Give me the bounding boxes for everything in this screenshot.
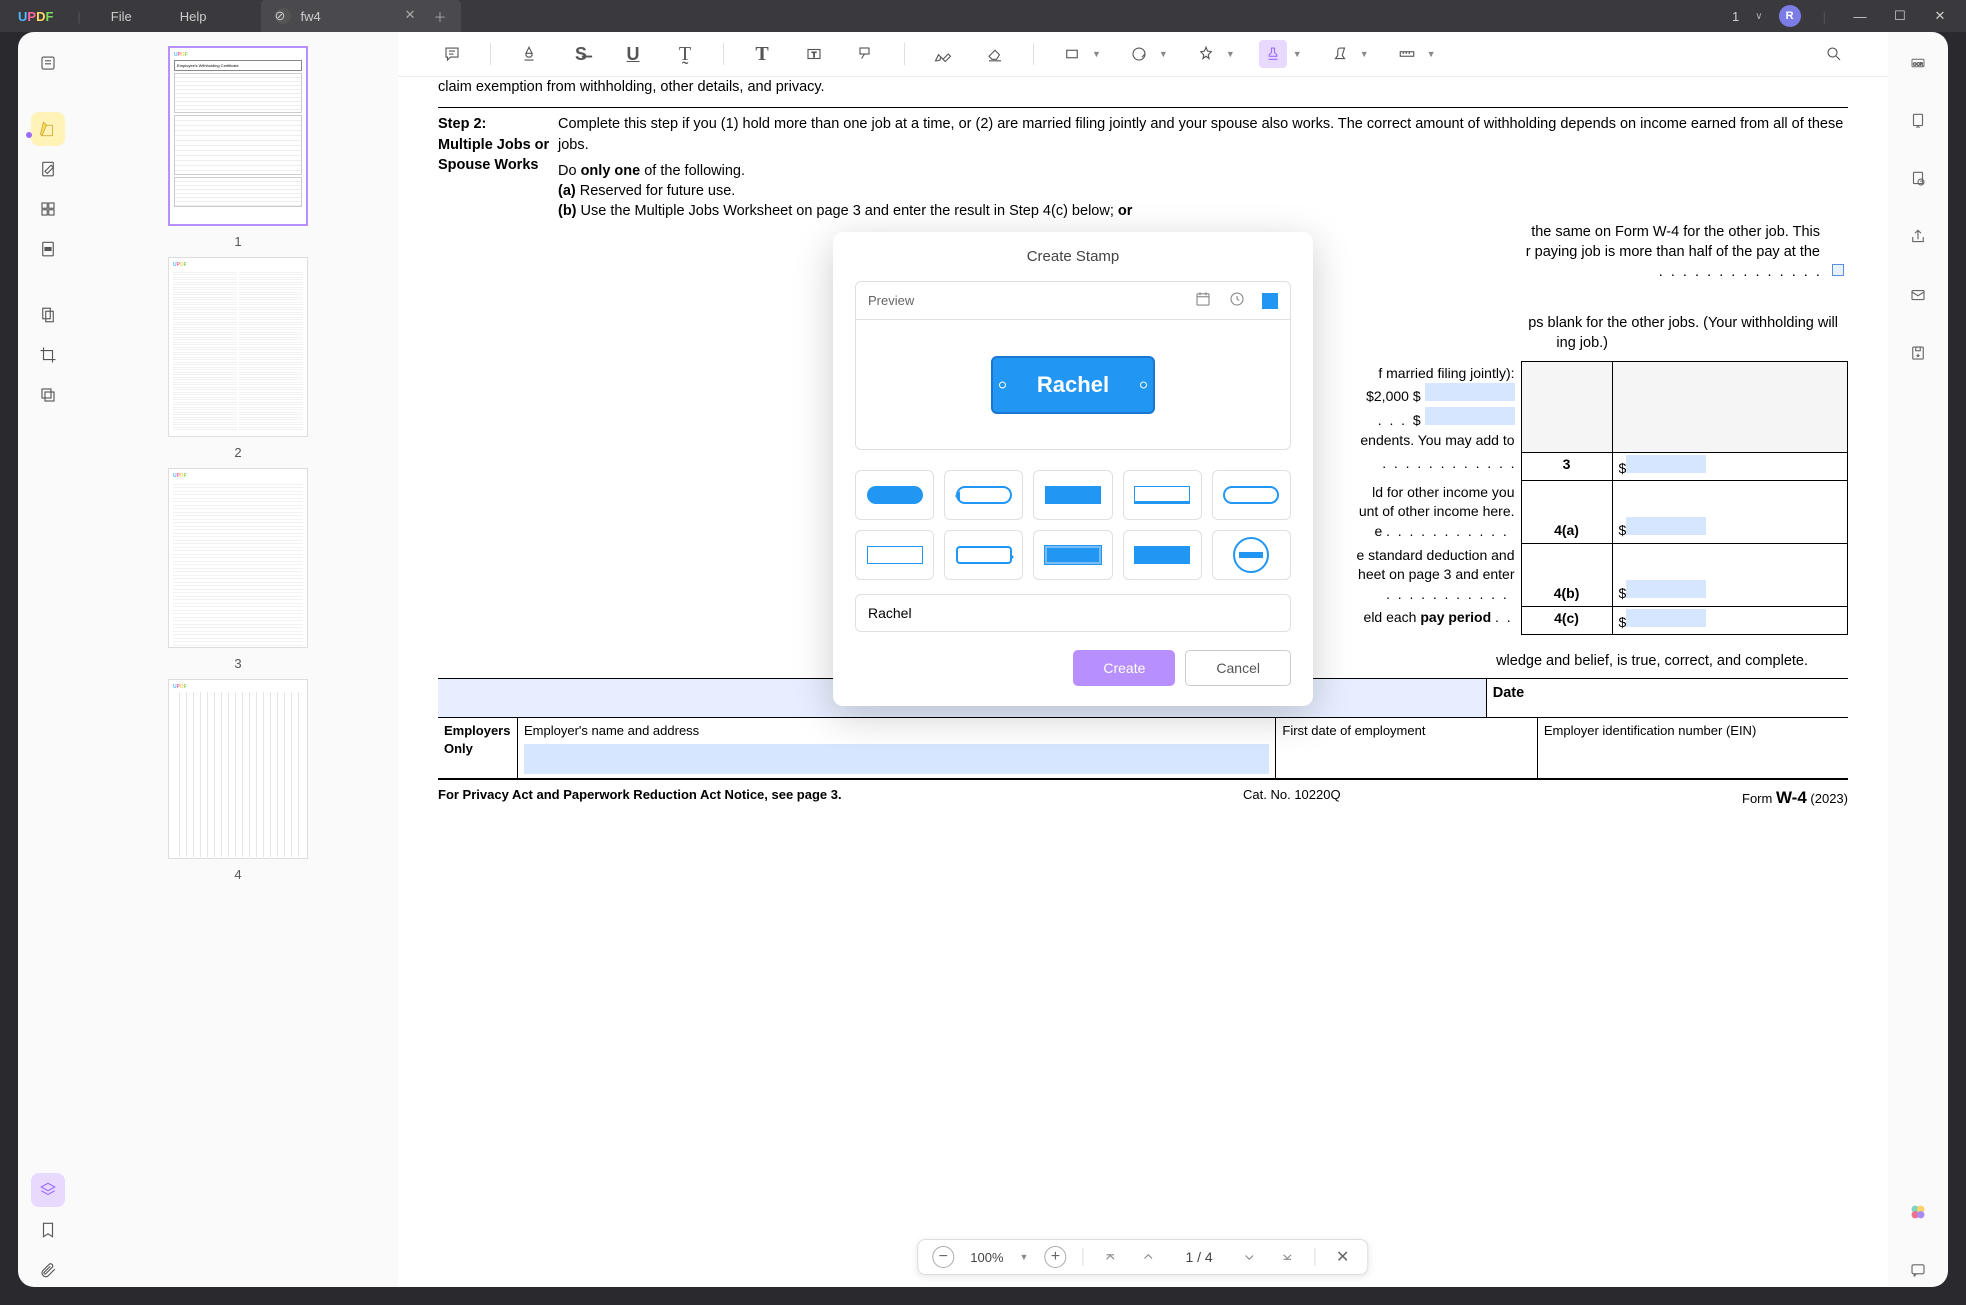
tab-close-icon[interactable]: ✕ — [405, 7, 416, 26]
eraser-icon[interactable] — [981, 40, 1009, 68]
protect-icon[interactable] — [1901, 162, 1935, 196]
reader-mode-icon[interactable] — [31, 46, 65, 80]
next-page-icon[interactable] — [1239, 1246, 1261, 1268]
ai-icon[interactable] — [1901, 1195, 1935, 1229]
signature-icon[interactable] — [1326, 40, 1354, 68]
stamp-style-7[interactable] — [944, 530, 1023, 580]
pencil-icon[interactable] — [929, 40, 957, 68]
maximize-icon[interactable]: ☐ — [1888, 8, 1912, 24]
zoom-in-icon[interactable]: + — [1044, 1246, 1066, 1268]
first-page-icon[interactable] — [1099, 1246, 1121, 1268]
ruler-icon[interactable] — [1393, 40, 1421, 68]
tab-doc-icon: ⊘ — [275, 8, 291, 24]
prev-page-icon[interactable] — [1137, 1246, 1159, 1268]
stamp-preview: Rachel — [991, 356, 1155, 414]
minimize-icon[interactable]: — — [1848, 9, 1872, 24]
last-page-icon[interactable] — [1277, 1246, 1299, 1268]
chat-icon[interactable] — [1901, 1253, 1935, 1287]
avatar[interactable]: R — [1779, 5, 1801, 27]
zoom-dropdown-icon[interactable]: ▼ — [1020, 1252, 1029, 1262]
document-tab[interactable]: ⊘ fw4 ✕ ＋ — [261, 0, 461, 32]
step2-label: Step 2: Multiple Jobs or Spouse Works — [438, 114, 558, 282]
search-icon[interactable] — [1820, 40, 1848, 68]
annotation-toolbar: S̶ U T̰ T T ▼ ▼ ▼ ▼ ▼ ▼ — [398, 32, 1888, 77]
share-icon[interactable] — [1901, 220, 1935, 254]
stamp-style-1[interactable] — [855, 470, 934, 520]
text-icon[interactable]: T — [748, 40, 776, 68]
create-stamp-modal: Create Stamp Preview Rachel — [833, 232, 1313, 706]
stamp-style-3[interactable] — [1033, 470, 1112, 520]
redact-icon[interactable] — [31, 232, 65, 266]
create-button[interactable]: Create — [1073, 650, 1175, 686]
thumbnail-page-4[interactable]: UPDF — [168, 679, 308, 859]
watermark-icon[interactable] — [31, 378, 65, 412]
highlight-icon[interactable] — [515, 40, 543, 68]
cancel-button[interactable]: Cancel — [1185, 650, 1291, 686]
menu-file[interactable]: File — [87, 9, 156, 24]
form-id: Form W-4 (2023) — [1742, 786, 1848, 810]
stamp-style-6[interactable] — [855, 530, 934, 580]
strikethrough-icon[interactable]: S̶ — [567, 40, 595, 68]
stamp-icon[interactable] — [1259, 40, 1287, 68]
bookmark-icon[interactable] — [31, 1213, 65, 1247]
thumbnail-panel: UPDFEmployee's Withholding Certificate 1… — [78, 32, 398, 1287]
thumb-label: 3 — [128, 656, 348, 671]
stamp-style-8[interactable] — [1033, 530, 1112, 580]
right-rail: OCR — [1888, 32, 1948, 1287]
callout-icon[interactable] — [852, 40, 880, 68]
left-rail — [18, 32, 78, 1287]
privacy-notice: For Privacy Act and Paperwork Reduction … — [438, 786, 842, 810]
stamp-text-input[interactable] — [855, 594, 1291, 632]
save-icon[interactable] — [1901, 336, 1935, 370]
textbox-icon[interactable]: T — [800, 40, 828, 68]
stamp-style-5[interactable] — [1212, 470, 1291, 520]
thumb-label: 2 — [128, 445, 348, 460]
cat-number: Cat. No. 10220Q — [1243, 786, 1341, 810]
convert-icon[interactable] — [1901, 104, 1935, 138]
thumb-label: 4 — [128, 867, 348, 882]
organize-icon[interactable] — [31, 192, 65, 226]
comment-mode-icon[interactable] — [31, 112, 65, 146]
svg-text:T: T — [812, 50, 817, 59]
tab-title: fw4 — [301, 9, 321, 24]
svg-text:OCR: OCR — [1913, 61, 1924, 66]
modal-title: Create Stamp — [833, 232, 1313, 281]
stamp-style-10[interactable] — [1212, 530, 1291, 580]
zoom-out-icon[interactable]: − — [932, 1246, 954, 1268]
underline-icon[interactable]: U — [619, 40, 647, 68]
crop-icon[interactable] — [31, 338, 65, 372]
sticker-icon[interactable] — [1125, 40, 1153, 68]
doc-text: claim exemption from withholding, other … — [438, 77, 1848, 97]
page-indicator: 1 / 4 — [1175, 1249, 1222, 1265]
thumb-label: 1 — [128, 234, 348, 249]
layers-icon[interactable] — [31, 1173, 65, 1207]
ocr-icon[interactable]: OCR — [1901, 46, 1935, 80]
tab-add-icon[interactable]: ＋ — [433, 7, 446, 26]
zoom-level: 100% — [970, 1250, 1003, 1265]
edit-mode-icon[interactable] — [31, 152, 65, 186]
close-bar-icon[interactable]: ✕ — [1332, 1246, 1354, 1268]
account-count[interactable]: 1 — [1732, 9, 1739, 24]
attachment-icon[interactable] — [31, 1253, 65, 1287]
email-icon[interactable] — [1901, 278, 1935, 312]
close-icon[interactable]: ✕ — [1928, 8, 1952, 24]
menu-help[interactable]: Help — [156, 9, 231, 24]
calendar-icon[interactable] — [1194, 290, 1212, 311]
stamp-tool-icon[interactable] — [1192, 40, 1220, 68]
color-swatch[interactable] — [1262, 293, 1278, 309]
stamp-style-4[interactable] — [1123, 470, 1202, 520]
page-tools-icon[interactable] — [31, 298, 65, 332]
stamp-style-9[interactable] — [1123, 530, 1202, 580]
note-icon[interactable] — [438, 40, 466, 68]
rectangle-icon[interactable] — [1058, 40, 1086, 68]
bottom-toolbar: − 100% ▼ + 1 / 4 ✕ — [917, 1239, 1368, 1275]
squiggly-icon[interactable]: T̰ — [671, 40, 699, 68]
clock-icon[interactable] — [1228, 290, 1246, 311]
stamp-style-2[interactable] — [944, 470, 1023, 520]
thumbnail-page-1[interactable]: UPDFEmployee's Withholding Certificate — [168, 46, 308, 226]
thumbnail-page-3[interactable]: UPDF — [168, 468, 308, 648]
thumbnail-page-2[interactable]: UPDF — [168, 257, 308, 437]
app-logo: UPDF — [0, 9, 71, 24]
preview-label: Preview — [868, 293, 914, 308]
